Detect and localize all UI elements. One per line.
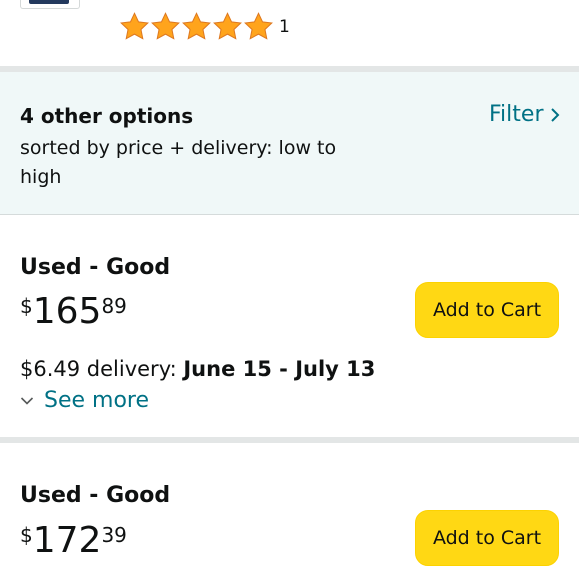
see-more-link[interactable]: See more bbox=[20, 388, 149, 413]
delivery-info: $6.49 delivery: June 15 - July 13 bbox=[20, 357, 375, 381]
offer-card: Used - Good $17239 Add to Cart bbox=[0, 443, 579, 580]
price-fraction: 39 bbox=[101, 523, 127, 547]
star-icon bbox=[182, 11, 211, 40]
star-icon bbox=[120, 11, 149, 40]
add-to-cart-button[interactable]: Add to Cart bbox=[415, 282, 559, 338]
star-rating[interactable] bbox=[119, 10, 274, 42]
star-icon bbox=[244, 11, 273, 40]
rating-count[interactable]: 1 bbox=[279, 17, 290, 37]
star-icon bbox=[151, 11, 180, 40]
add-to-cart-button[interactable]: Add to Cart bbox=[415, 510, 559, 566]
chevron-down-icon bbox=[20, 396, 34, 405]
delivery-dates: June 15 - July 13 bbox=[183, 357, 376, 381]
price-symbol: $ bbox=[20, 523, 33, 547]
options-title: 4 other options bbox=[20, 104, 194, 128]
price-fraction: 89 bbox=[101, 294, 127, 318]
filter-label: Filter bbox=[489, 102, 544, 127]
product-summary: 1 bbox=[0, 0, 579, 66]
price-whole: 165 bbox=[32, 291, 102, 332]
see-more-label: See more bbox=[44, 388, 150, 413]
offer-price: $16589 bbox=[20, 294, 127, 330]
star-icon bbox=[213, 11, 242, 40]
price-whole: 172 bbox=[32, 520, 102, 561]
filter-button[interactable]: Filter bbox=[489, 102, 560, 127]
offer-condition: Used - Good bbox=[20, 255, 171, 280]
price-symbol: $ bbox=[20, 294, 33, 318]
offer-card: Used - Good $16589 Add to Cart $6.49 del… bbox=[0, 215, 579, 437]
product-thumbnail[interactable] bbox=[20, 0, 80, 9]
other-options-panel: 4 other options sorted by price + delive… bbox=[0, 72, 579, 215]
delivery-cost: $6.49 delivery: bbox=[20, 357, 184, 381]
offer-condition: Used - Good bbox=[20, 483, 171, 508]
offer-price: $17239 bbox=[20, 523, 127, 559]
options-sort-description: sorted by price + delivery: low to high bbox=[20, 137, 337, 188]
chevron-right-icon bbox=[551, 107, 560, 122]
